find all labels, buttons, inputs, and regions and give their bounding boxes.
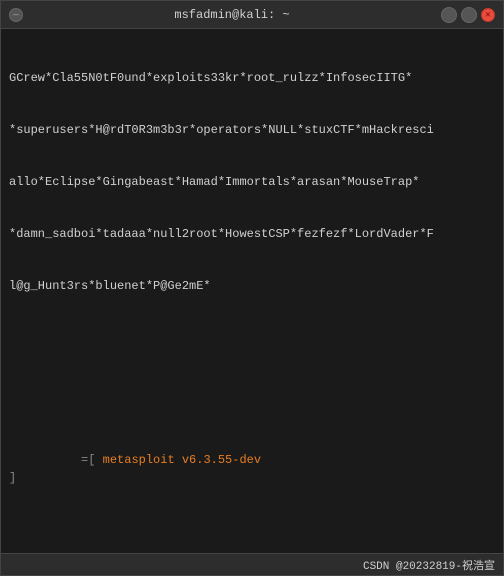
status-right: CSDN @20232819-祝浩宣	[363, 557, 495, 573]
close-button[interactable]: ✕	[481, 8, 495, 22]
window-title: msfadmin@kali: ~	[23, 8, 441, 22]
exploits-line: + -- --=[ + -- --=[ 2397 exploits - 1235…	[9, 539, 495, 553]
titlebar-left: —	[9, 8, 23, 22]
msf-version-line: =[ metasploit v6.3.55-dev ]	[9, 435, 495, 505]
status-left	[9, 559, 16, 571]
minimize-button[interactable]: —	[9, 8, 23, 22]
banner-line-2: *superusers*H@rdT0R3m3b3r*operators*NULL…	[9, 122, 495, 139]
msf-version-text: metasploit v6.3.55-dev	[103, 453, 261, 467]
status-bar: CSDN @20232819-祝浩宣	[1, 553, 503, 575]
circle-btn-2[interactable]	[461, 7, 477, 23]
banner-line-3: allo*Eclipse*Gingabeast*Hamad*Immortals*…	[9, 174, 495, 191]
blank-line-1	[9, 331, 495, 348]
banner-line-1: GCrew*Cla55N0tF0und*exploits33kr*root_ru…	[9, 70, 495, 87]
banner-line-5: l@g_Hunt3rs*bluenet*P@Ge2mE*	[9, 278, 495, 295]
circle-btn-1[interactable]	[441, 7, 457, 23]
titlebar: — msfadmin@kali: ~ ✕	[1, 1, 503, 29]
terminal-window: — msfadmin@kali: ~ ✕ GCrew*Cla55N0tF0und…	[0, 0, 504, 576]
banner-line-4: *damn_sadboi*tadaaa*null2root*HowestCSP*…	[9, 226, 495, 243]
terminal-body[interactable]: GCrew*Cla55N0tF0und*exploits33kr*root_ru…	[1, 29, 503, 553]
blank-line-2	[9, 383, 495, 400]
titlebar-controls: ✕	[441, 7, 495, 23]
